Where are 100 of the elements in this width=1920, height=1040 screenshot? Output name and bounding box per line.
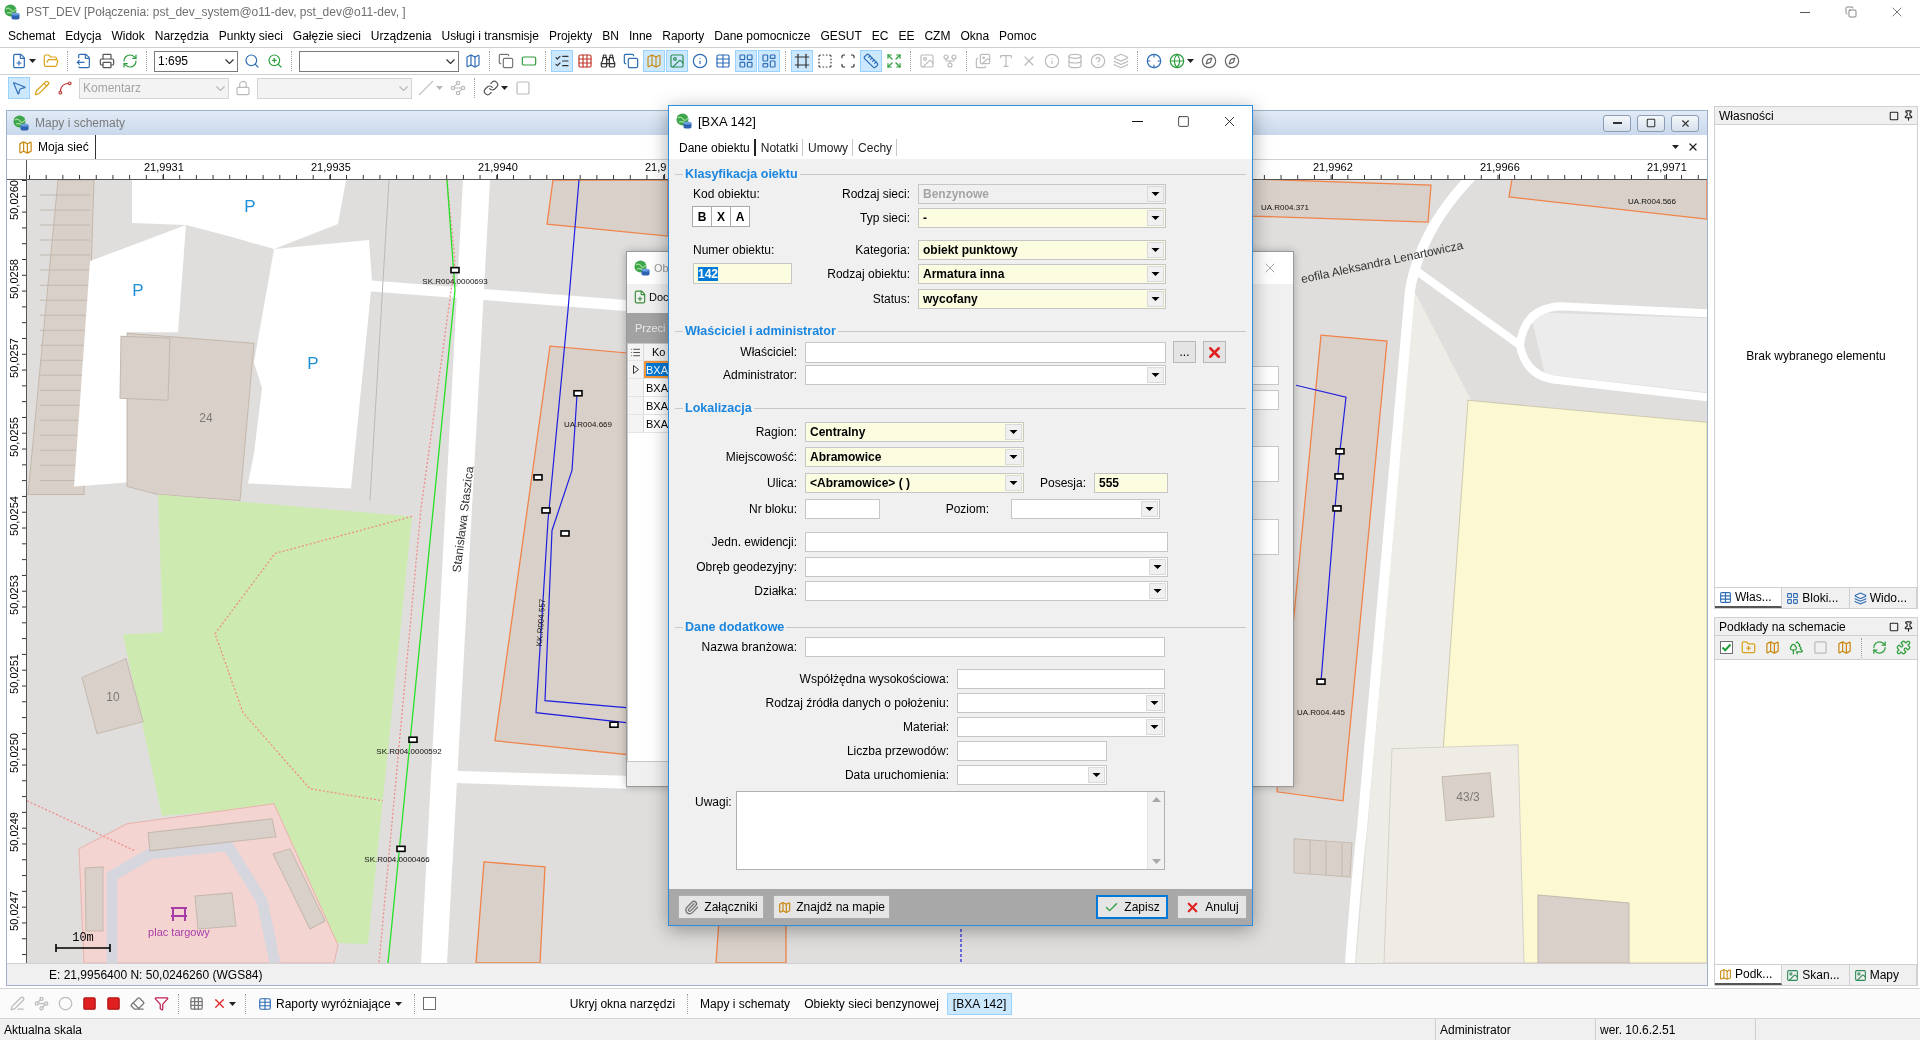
dropdown-field[interactable]: Abramowice (805, 447, 1024, 467)
dropdown-field[interactable] (805, 557, 1168, 577)
dashboard-button[interactable] (758, 50, 780, 72)
field-label: Status: (871, 292, 911, 306)
attach-button[interactable]: Załączniki (678, 895, 764, 919)
menu-item[interactable]: EE (893, 26, 920, 45)
row-header[interactable] (628, 361, 644, 378)
menu-item[interactable]: CZM (919, 26, 956, 45)
dropdown-field[interactable]: Centralny (805, 422, 1024, 442)
menu-item[interactable]: Projekty (543, 26, 598, 45)
text-field[interactable] (805, 341, 1166, 363)
toolbar-dropdown[interactable] (299, 50, 459, 72)
globe-database-icon (676, 113, 692, 129)
field-label: Kod obiektu: (693, 187, 761, 201)
text-field[interactable] (957, 741, 1107, 761)
checklist-button[interactable] (551, 50, 573, 72)
panel-tab[interactable]: Podk... (1715, 965, 1783, 985)
ruler-label: 21,9962 (1313, 161, 1353, 174)
close-button[interactable] (1671, 114, 1699, 132)
panel-tab[interactable]: Włas... (1715, 588, 1783, 608)
menu-item[interactable]: Dane pomocnicze (709, 26, 816, 45)
menu-item[interactable]: Edycja (60, 26, 107, 45)
window-switch-button[interactable]: Mapy i schematy (694, 992, 797, 1015)
text-field[interactable] (957, 669, 1165, 689)
menu-item[interactable]: Inne (623, 26, 658, 45)
scroll-down-icon (1151, 859, 1161, 864)
browse-button[interactable]: ... (1173, 341, 1196, 363)
node-marker (560, 530, 570, 537)
menu-item[interactable]: BN (597, 26, 624, 45)
menu-item[interactable]: GESUT (815, 26, 867, 45)
field-label: Właściciel: (739, 345, 798, 359)
menu-item[interactable]: Pomoc (994, 26, 1042, 45)
menu-item[interactable]: Raporty (657, 26, 710, 45)
toolbar-dropdown[interactable]: 1:695 (154, 50, 238, 72)
window-switch-button[interactable]: [BXA 142] (946, 992, 1013, 1015)
dropdown-field[interactable]: obiekt punktowy (918, 240, 1166, 260)
dropdown-field[interactable]: Armatura inna (918, 264, 1166, 284)
close-icon[interactable] (1687, 141, 1699, 153)
field-label: Ulica: (766, 476, 798, 490)
ruler-button[interactable] (860, 50, 882, 72)
cancel-button[interactable]: Anuluj (1177, 895, 1247, 919)
menu-item[interactable]: Gałęzie sieci (287, 26, 366, 45)
map-button[interactable] (643, 50, 665, 72)
field-label: Poziom: (944, 502, 990, 516)
window-switch-button[interactable]: Obiekty sieci benzynowej (798, 992, 945, 1015)
row-header[interactable] (628, 344, 644, 360)
printer-icon (99, 53, 115, 69)
dropdown-field[interactable] (805, 581, 1168, 601)
checkbox[interactable] (1720, 641, 1733, 654)
object-code-letter: A (730, 206, 750, 227)
menu-item[interactable]: Okna (955, 26, 995, 45)
object-code-letter: X (711, 206, 731, 227)
dialog-tab[interactable]: Cechy (856, 139, 898, 156)
menu-item[interactable]: Schemat (3, 26, 61, 45)
dropdown-field[interactable] (957, 693, 1165, 713)
text-field[interactable] (805, 637, 1165, 657)
node-marker (450, 266, 460, 274)
clear-button[interactable] (1203, 341, 1226, 363)
hide-tools-button[interactable]: Ukryj okna narzędzi (563, 992, 682, 1015)
locate-button[interactable]: Znajdź na mapie (773, 895, 890, 919)
circle-icon (57, 996, 73, 1011)
dropdown-field[interactable] (957, 717, 1165, 737)
caret-icon (29, 59, 36, 63)
menu-item[interactable]: Urządzenia (365, 26, 437, 45)
menu-item[interactable]: Punkty sieci (213, 26, 288, 45)
add-document-button[interactable]: Doc (632, 286, 670, 308)
window-icon[interactable] (1889, 110, 1899, 121)
text-field[interactable]: 555 (1094, 473, 1168, 493)
dropdown-field[interactable] (805, 365, 1166, 385)
dropdown-field[interactable]: <Abramowice> ( ) (805, 473, 1024, 493)
dialog-tab[interactable]: Dane obiektu (677, 139, 756, 156)
dialog-tab[interactable]: Umowy (806, 139, 854, 156)
dropdown-field[interactable]: - (918, 208, 1166, 228)
scrollbar[interactable] (1147, 792, 1164, 869)
save-button[interactable]: Zapisz (1096, 895, 1168, 919)
window-icon[interactable] (1889, 621, 1899, 632)
grid-button[interactable] (735, 50, 757, 72)
text-field[interactable] (805, 532, 1168, 552)
globe-icon (1169, 53, 1185, 69)
dropdown-field[interactable] (957, 765, 1107, 785)
menu-item[interactable]: Narzędzia (149, 26, 214, 45)
dropdown-field[interactable] (1011, 499, 1160, 519)
notes-field[interactable] (736, 791, 1165, 870)
menu-item[interactable]: EC (866, 26, 894, 45)
text-field[interactable] (805, 499, 880, 519)
building (194, 892, 237, 930)
frame-button[interactable] (791, 50, 813, 72)
reports-button[interactable]: Raporty wyróżniające (252, 992, 408, 1015)
restore-button[interactable] (1637, 114, 1665, 132)
checkbox[interactable] (422, 997, 436, 1010)
pin-icon[interactable] (1903, 621, 1914, 632)
dropdown-field[interactable]: wycofany (918, 289, 1166, 309)
pin-icon[interactable] (1903, 110, 1914, 121)
menu-item[interactable]: Usługi i transmisje (436, 26, 544, 45)
image-button[interactable] (666, 50, 688, 72)
text-field[interactable]: 142 (693, 263, 792, 284)
dialog-tab[interactable]: Notatki (758, 139, 804, 156)
pointer-button[interactable] (8, 77, 30, 99)
minimize-button[interactable] (1603, 114, 1631, 132)
menu-item[interactable]: Widok (106, 26, 150, 45)
